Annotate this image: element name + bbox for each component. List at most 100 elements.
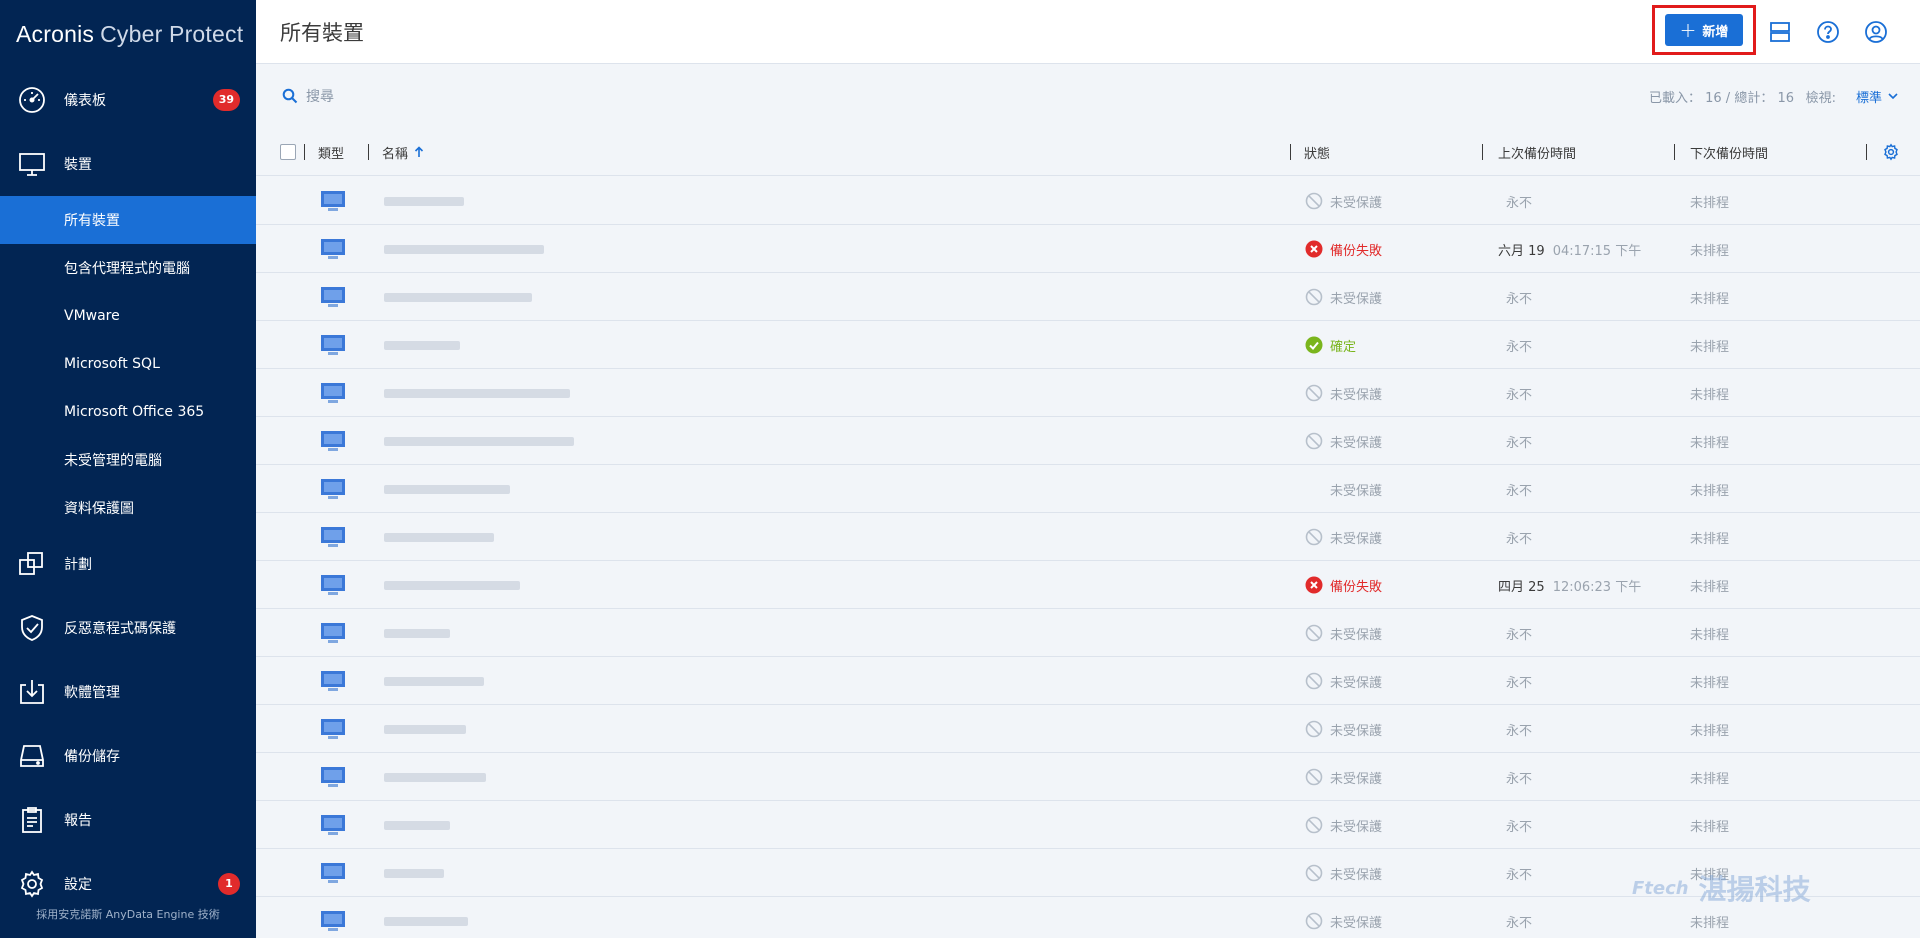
device-name-redacted[interactable] bbox=[384, 773, 486, 782]
layout-toggle-icon[interactable] bbox=[1766, 18, 1794, 46]
table-row[interactable]: 未受保護 永不 未排程 bbox=[256, 657, 1920, 705]
column-header-type[interactable]: 類型 bbox=[304, 128, 344, 176]
device-name-redacted[interactable] bbox=[384, 437, 574, 446]
status-cell: 未受保護 bbox=[1304, 719, 1382, 739]
error-icon bbox=[1304, 239, 1324, 259]
last-backup-cell: 永不 bbox=[1498, 768, 1532, 787]
next-backup-cell: 未排程 bbox=[1690, 292, 1730, 307]
unprotected-icon bbox=[1304, 527, 1324, 547]
computer-icon bbox=[320, 860, 346, 886]
search-box[interactable]: 搜尋 bbox=[282, 86, 334, 106]
column-settings[interactable] bbox=[1866, 128, 1900, 176]
next-backup-cell: 未排程 bbox=[1690, 676, 1730, 691]
table-row[interactable]: 未受保護 永不 未排程 bbox=[256, 705, 1920, 753]
table-row[interactable]: 確定 永不 未排程 bbox=[256, 321, 1920, 369]
unprotected-icon bbox=[1304, 383, 1324, 403]
status-cell: 未受保護 bbox=[1304, 911, 1382, 931]
status-text: 未受保護 bbox=[1330, 387, 1383, 403]
unprotected-icon bbox=[1304, 767, 1324, 787]
computer-icon bbox=[320, 764, 346, 790]
next-backup-cell: 未排程 bbox=[1690, 820, 1730, 835]
device-name-redacted[interactable] bbox=[384, 533, 494, 542]
computer-icon bbox=[320, 236, 346, 262]
last-backup-time: 永不 bbox=[1506, 196, 1533, 211]
sidebar-item-antimalware[interactable]: 反惡意程式碼保護 bbox=[0, 596, 256, 660]
sidebar-subitem-vmware[interactable]: VMware bbox=[0, 292, 256, 340]
app-logo[interactable]: Acronis Cyber Protect bbox=[0, 0, 256, 68]
sidebar-item-label: 裝置 bbox=[64, 157, 92, 173]
next-backup-cell: 未排程 bbox=[1690, 724, 1730, 739]
status-text: 備份失敗 bbox=[1330, 243, 1383, 259]
device-name-redacted[interactable] bbox=[384, 629, 450, 638]
column-header-name[interactable]: 名稱 bbox=[368, 128, 424, 176]
device-name-redacted[interactable] bbox=[384, 197, 464, 206]
table-row[interactable]: 未受保護 永不 未排程 bbox=[256, 513, 1920, 561]
column-header-status[interactable]: 狀態 bbox=[1290, 128, 1330, 176]
device-name-redacted[interactable] bbox=[384, 389, 570, 398]
table-row[interactable]: 未受保護 永不 未排程 bbox=[256, 801, 1920, 849]
select-all-checkbox[interactable] bbox=[280, 144, 296, 160]
device-list: 未受保護 永不 未排程 備份失敗 六月 19 04:17:15 下午 未排程 未受保護 永不 未排… bbox=[256, 177, 1920, 938]
device-name-redacted[interactable] bbox=[384, 725, 466, 734]
computer-icon bbox=[320, 284, 346, 310]
dashboard-icon bbox=[16, 84, 48, 116]
sidebar-subitem-all-devices[interactable]: 所有裝置 bbox=[0, 196, 256, 244]
sidebar-subitem-data-protection-map[interactable]: 資料保護圖 bbox=[0, 484, 256, 532]
table-row[interactable]: 未受保護 永不 未排程 bbox=[256, 417, 1920, 465]
watermark: Ftech 湛揚科技 bbox=[1632, 868, 1811, 908]
device-name-redacted[interactable] bbox=[384, 485, 510, 494]
table-row[interactable]: 未受保護 永不 未排程 bbox=[256, 609, 1920, 657]
computer-icon bbox=[320, 332, 346, 358]
device-name-redacted[interactable] bbox=[384, 821, 450, 830]
logo-brand: Acronis bbox=[16, 20, 95, 47]
sidebar-subitem-microsoft-sql[interactable]: Microsoft SQL bbox=[0, 340, 256, 388]
device-name-redacted[interactable] bbox=[384, 581, 520, 590]
view-label: 檢視: bbox=[1805, 90, 1836, 106]
last-backup-date: 四月 25 bbox=[1498, 580, 1545, 595]
table-row[interactable]: 未受保護 永不 未排程 bbox=[256, 465, 1920, 513]
device-name-redacted[interactable] bbox=[384, 293, 532, 302]
column-header-next-backup[interactable]: 下次備份時間 bbox=[1674, 128, 1768, 176]
table-row[interactable]: 未受保護 永不 未排程 bbox=[256, 753, 1920, 801]
view-selector[interactable]: 標準 bbox=[1856, 87, 1898, 106]
sidebar-subitem-unmanaged-machines[interactable]: 未受管理的電腦 bbox=[0, 436, 256, 484]
status-text: 未受保護 bbox=[1330, 195, 1383, 211]
sidebar-item-software-management[interactable]: 軟體管理 bbox=[0, 660, 256, 724]
device-name-redacted[interactable] bbox=[384, 869, 444, 878]
help-icon[interactable] bbox=[1814, 18, 1842, 46]
computer-icon bbox=[320, 716, 346, 742]
add-device-button[interactable]: + 新增 bbox=[1665, 14, 1743, 46]
device-name-redacted[interactable] bbox=[384, 245, 544, 254]
status-text: 未受保護 bbox=[1330, 531, 1383, 547]
last-backup-time: 永不 bbox=[1506, 820, 1533, 835]
device-name-redacted[interactable] bbox=[384, 917, 468, 926]
search-icon bbox=[282, 88, 298, 104]
sidebar-item-reports[interactable]: 報告 bbox=[0, 788, 256, 852]
device-name-redacted[interactable] bbox=[384, 341, 460, 350]
sidebar-item-dashboard[interactable]: 儀表板 39 bbox=[0, 68, 256, 132]
sidebar-subitem-office-365[interactable]: Microsoft Office 365 bbox=[0, 388, 256, 436]
last-backup-time: 永不 bbox=[1506, 532, 1533, 547]
table-row[interactable]: 備份失敗 六月 19 04:17:15 下午 未排程 bbox=[256, 225, 1920, 273]
sidebar-item-devices[interactable]: 裝置 bbox=[0, 132, 256, 196]
unprotected-icon bbox=[1304, 671, 1324, 691]
table-row[interactable]: 未受保護 永不 未排程 bbox=[256, 177, 1920, 225]
sidebar-subitem-machines-with-agents[interactable]: 包含代理程式的電腦 bbox=[0, 244, 256, 292]
table-row[interactable]: 未受保護 永不 未排程 bbox=[256, 369, 1920, 417]
account-icon[interactable] bbox=[1862, 18, 1890, 46]
sidebar-item-backup-storage[interactable]: 備份儲存 bbox=[0, 724, 256, 788]
next-backup-cell: 未排程 bbox=[1690, 340, 1730, 355]
column-header-last-backup[interactable]: 上次備份時間 bbox=[1482, 128, 1576, 176]
table-row[interactable]: 備份失敗 四月 25 12:06:23 下午 未排程 bbox=[256, 561, 1920, 609]
next-backup-cell: 未排程 bbox=[1690, 196, 1730, 211]
table-row[interactable]: 未受保護 永不 未排程 bbox=[256, 273, 1920, 321]
last-backup-date: 六月 19 bbox=[1498, 244, 1545, 259]
status-icon-empty bbox=[1304, 479, 1324, 499]
last-backup-time: 永不 bbox=[1506, 388, 1533, 403]
device-name-redacted[interactable] bbox=[384, 677, 484, 686]
view-value: 標準 bbox=[1855, 90, 1882, 106]
last-backup-cell: 永不 bbox=[1498, 624, 1532, 643]
sidebar-item-plans[interactable]: 計劃 bbox=[0, 532, 256, 596]
computer-icon bbox=[320, 380, 346, 406]
last-backup-cell: 永不 bbox=[1498, 528, 1532, 547]
